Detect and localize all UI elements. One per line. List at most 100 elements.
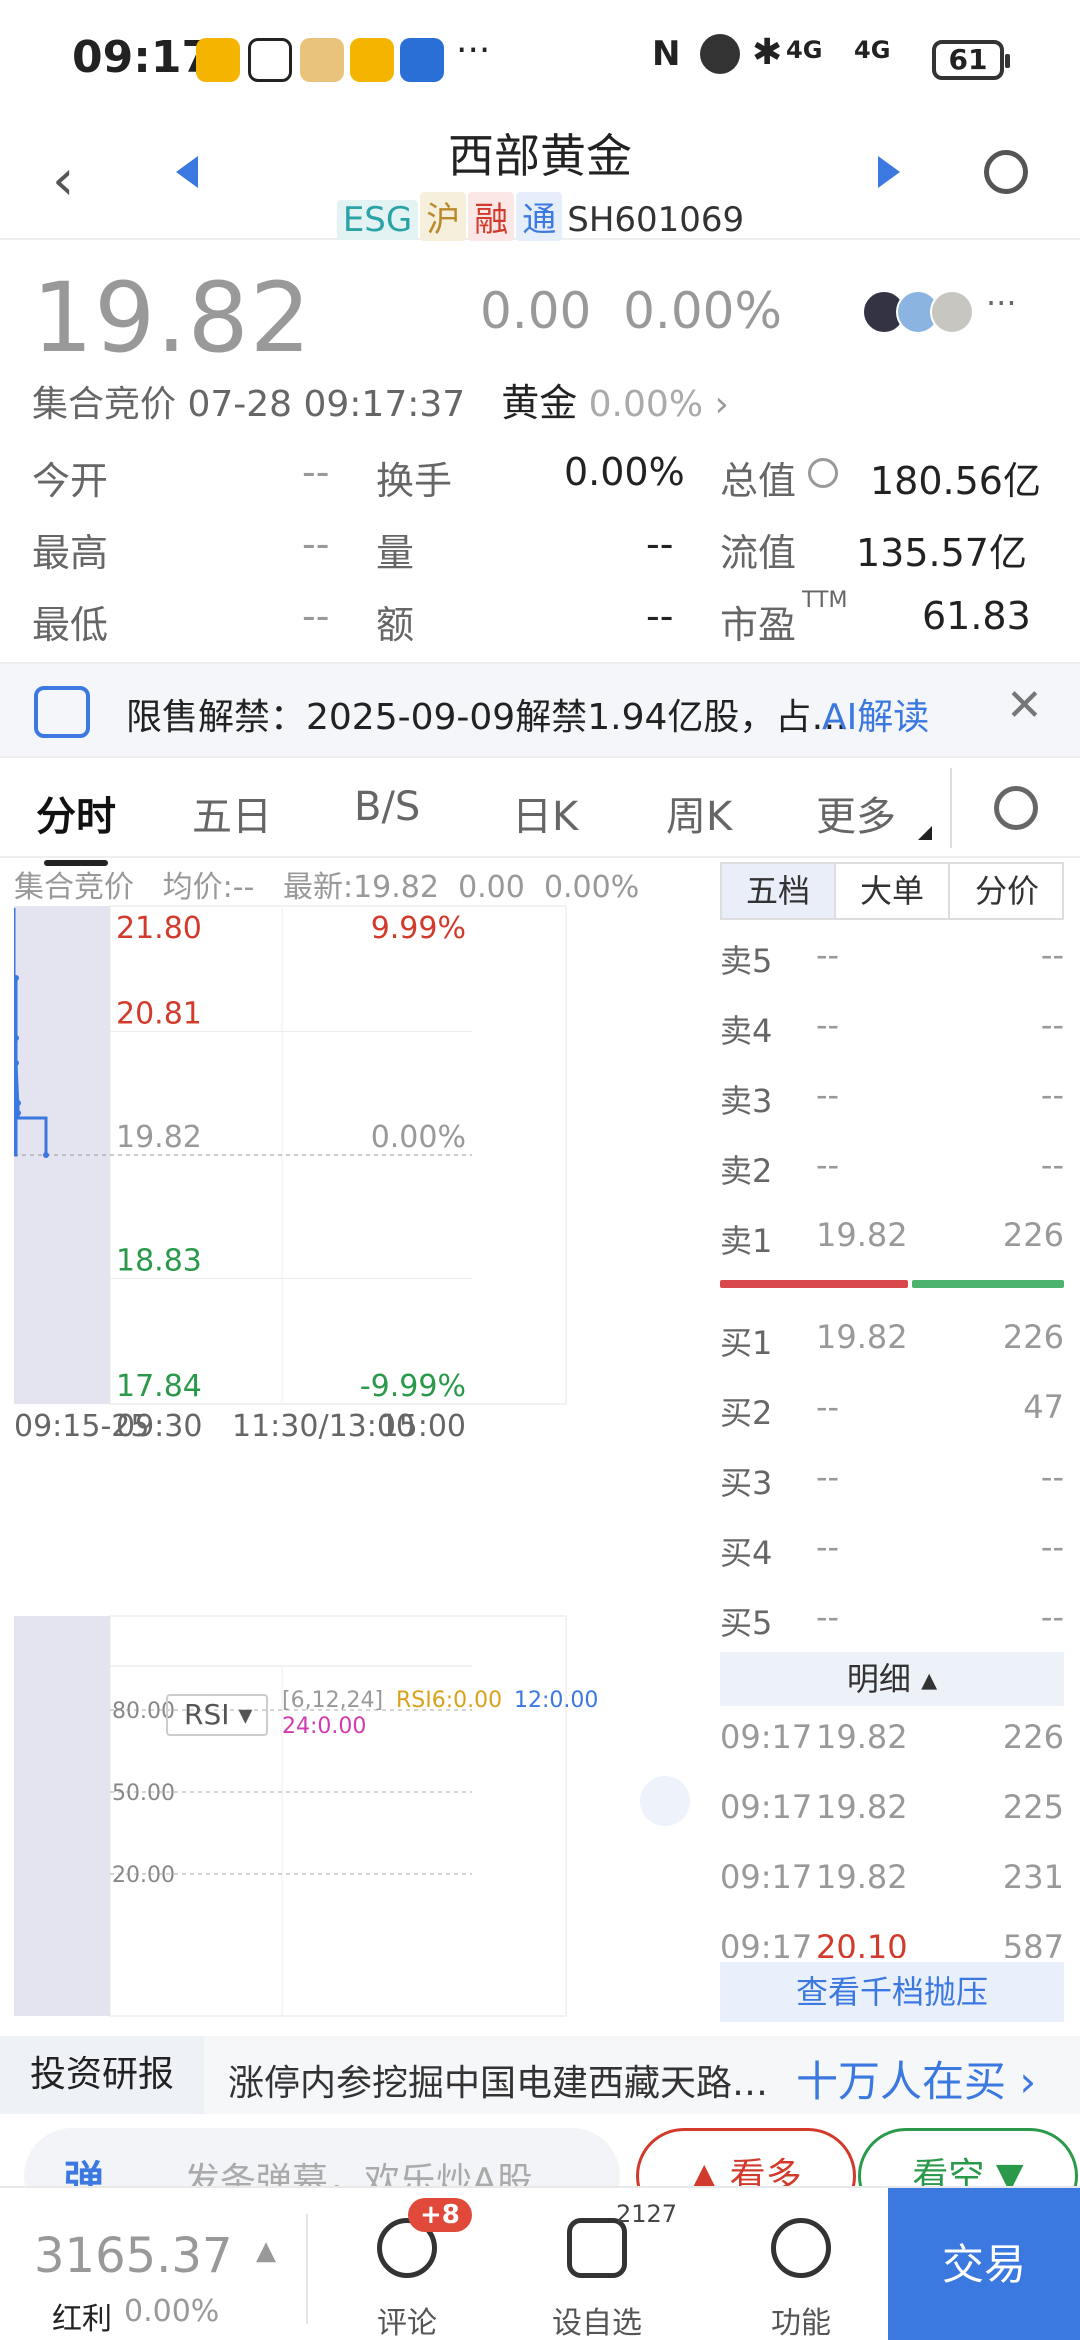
level-price: -- <box>816 1458 840 1496</box>
detail-time: 09:17 <box>720 1858 813 1896</box>
index-pct: 0.00% <box>124 2294 220 2329</box>
rsi-level-label: 50.00 <box>112 1781 175 1806</box>
level-price: 19.82 <box>816 1216 908 1254</box>
stat-value: 0.00% <box>564 450 685 494</box>
detail-volume: 587 <box>1002 1928 1064 1958</box>
detail-volume: 225 <box>1002 1788 1064 1826</box>
pet-app-icon <box>300 38 344 82</box>
more-notifications-icon: ··· <box>456 30 491 71</box>
y-tick-label: 17.84 <box>116 1369 202 1404</box>
index-value[interactable]: 3165.37 <box>34 2228 233 2284</box>
tag-hu[interactable]: 沪 <box>420 192 467 241</box>
comments-badge: +8 <box>408 2198 472 2232</box>
level-volume: 226 <box>1002 1216 1064 1254</box>
view-depth-button[interactable]: 查看千档抛压 <box>720 1962 1064 2022</box>
expand-icon[interactable] <box>640 1776 690 1826</box>
change-pct: 0.00% <box>623 282 782 340</box>
stat-value: -- <box>302 450 330 494</box>
tag-rong[interactable]: 融 <box>468 192 515 241</box>
stat-value: 180.56亿 <box>870 459 1041 503</box>
watch-count: 2127 <box>616 2200 678 2228</box>
buy-row: 买4 -- -- <box>720 1528 1064 1588</box>
y-tick-label-pct: 9.99% <box>371 911 466 946</box>
trade-button[interactable]: 交易 <box>888 2188 1080 2340</box>
buy-row: 买1 19.82 226 <box>720 1318 1064 1378</box>
detail-price: 19.82 <box>816 1858 908 1896</box>
sell-row: 卖2 -- -- <box>720 1146 1064 1206</box>
chevron-right-icon[interactable]: › <box>714 384 728 425</box>
rsi12-value: 12:0.00 <box>514 1688 599 1713</box>
tag-esg[interactable]: ESG <box>336 200 419 240</box>
next-stock-icon[interactable] <box>878 156 900 188</box>
tab-big-orders[interactable]: 大单 <box>836 864 950 918</box>
current-price: 19.82 <box>32 262 312 374</box>
detail-price: 19.82 <box>816 1788 908 1826</box>
level-volume: -- <box>1040 1528 1064 1566</box>
comments-button[interactable]: +8 评论 <box>342 2188 472 2340</box>
rsi-selector[interactable]: RSI ▾ <box>166 1694 268 1736</box>
more-icon[interactable]: ··· <box>986 284 1017 322</box>
stats-row: 最高 -- 量 -- 流值 135.57亿 <box>32 522 1042 592</box>
sell-row: 卖5 -- -- <box>720 936 1064 996</box>
stock-header: ‹ 西部黄金 ESG 沪融通 SH601069 <box>0 120 1080 241</box>
y-tick-label-pct: 0.00% <box>371 1120 466 1155</box>
watchlist-label: 设自选 <box>552 2306 642 2340</box>
notice-text[interactable]: 限售解禁：2025-09-09解禁1.94亿股，占… <box>126 688 847 740</box>
research-label[interactable]: 投资研报 <box>0 2036 204 2114</box>
close-icon[interactable]: ✕ <box>1006 680 1043 731</box>
change-value: 0.00 <box>480 282 592 340</box>
sector-pct[interactable]: 0.00% <box>589 384 703 425</box>
stat-value: -- <box>646 594 674 638</box>
index-name[interactable]: 红利 <box>52 2294 112 2338</box>
chart-grid <box>14 905 567 2017</box>
tab-weekly-k[interactable]: 周K <box>666 784 732 842</box>
x-tick-label: 15:00 <box>380 1409 466 1444</box>
y-tick-label: 18.83 <box>116 1244 202 1279</box>
research-bar[interactable]: 投资研报 涨停内参挖掘中国电建西藏天路… 十万人在买 › <box>0 2036 1080 2114</box>
stock-name: 西部黄金 <box>448 129 632 183</box>
level-label: 买3 <box>720 1464 773 1502</box>
tab-more[interactable]: 更多 <box>816 784 896 842</box>
tab-bs[interactable]: B/S <box>354 784 420 830</box>
level-volume: -- <box>1040 1458 1064 1496</box>
ai-interpret-link[interactable]: AI解读 <box>822 688 929 740</box>
rsi-frame <box>109 1615 567 2017</box>
tab-five-levels[interactable]: 五档 <box>722 864 836 918</box>
tag-tong[interactable]: 通 <box>516 192 563 241</box>
sell-ratio-bar <box>720 1280 908 1288</box>
tab-five-day[interactable]: 五日 <box>192 784 272 842</box>
info-icon[interactable] <box>808 458 838 488</box>
stat-label: 最高 <box>32 531 109 575</box>
tab-price-split[interactable]: 分价 <box>950 864 1064 918</box>
nfc-icon: N <box>652 34 681 74</box>
rsi-selector-label: RSI <box>184 1698 230 1731</box>
chevron-right-icon: › <box>1019 2057 1037 2106</box>
intraday-chart[interactable]: 21.80 9.99% 20.81 19.82 0.00% 18.83 17.84 -9.99… <box>14 858 710 2018</box>
level-volume: -- <box>1040 1146 1064 1184</box>
stat-label: 最低 <box>32 603 109 647</box>
function-button[interactable]: 功能 <box>736 2188 866 2340</box>
tab-divider <box>950 768 952 848</box>
detail-time: 09:17 <box>720 1928 813 1958</box>
unlock-notice[interactable]: 限售解禁：2025-09-09解禁1.94亿股，占… AI解读 ✕ <box>0 662 1080 758</box>
settings-icon[interactable] <box>994 786 1038 830</box>
level-volume: -- <box>1040 1598 1064 1636</box>
details-header[interactable]: 明细 ▴ <box>720 1652 1064 1706</box>
level-label: 卖2 <box>720 1152 773 1190</box>
sector-name[interactable]: 黄金 <box>501 381 577 425</box>
stat-value: -- <box>302 594 330 638</box>
research-headline[interactable]: 涨停内参挖掘中国电建西藏天路… <box>228 2054 768 2106</box>
add-watchlist-button[interactable]: 2127 设自选 <box>532 2188 677 2340</box>
buyers-link[interactable]: 十万人在买 › <box>796 2048 1036 2109</box>
auction-price-point <box>15 1110 21 1116</box>
detail-price: 19.82 <box>816 1718 908 1756</box>
stat-label: 换手 <box>376 459 453 503</box>
search-icon[interactable] <box>984 150 1028 194</box>
level-volume: -- <box>1040 936 1064 974</box>
tab-daily-k[interactable]: 日K <box>512 784 578 842</box>
weibo-icon-2 <box>350 38 394 82</box>
news-app-icon <box>400 38 444 82</box>
tab-intraday[interactable]: 分时 <box>36 784 116 866</box>
avatar <box>930 290 974 334</box>
level-price: -- <box>816 1146 840 1184</box>
